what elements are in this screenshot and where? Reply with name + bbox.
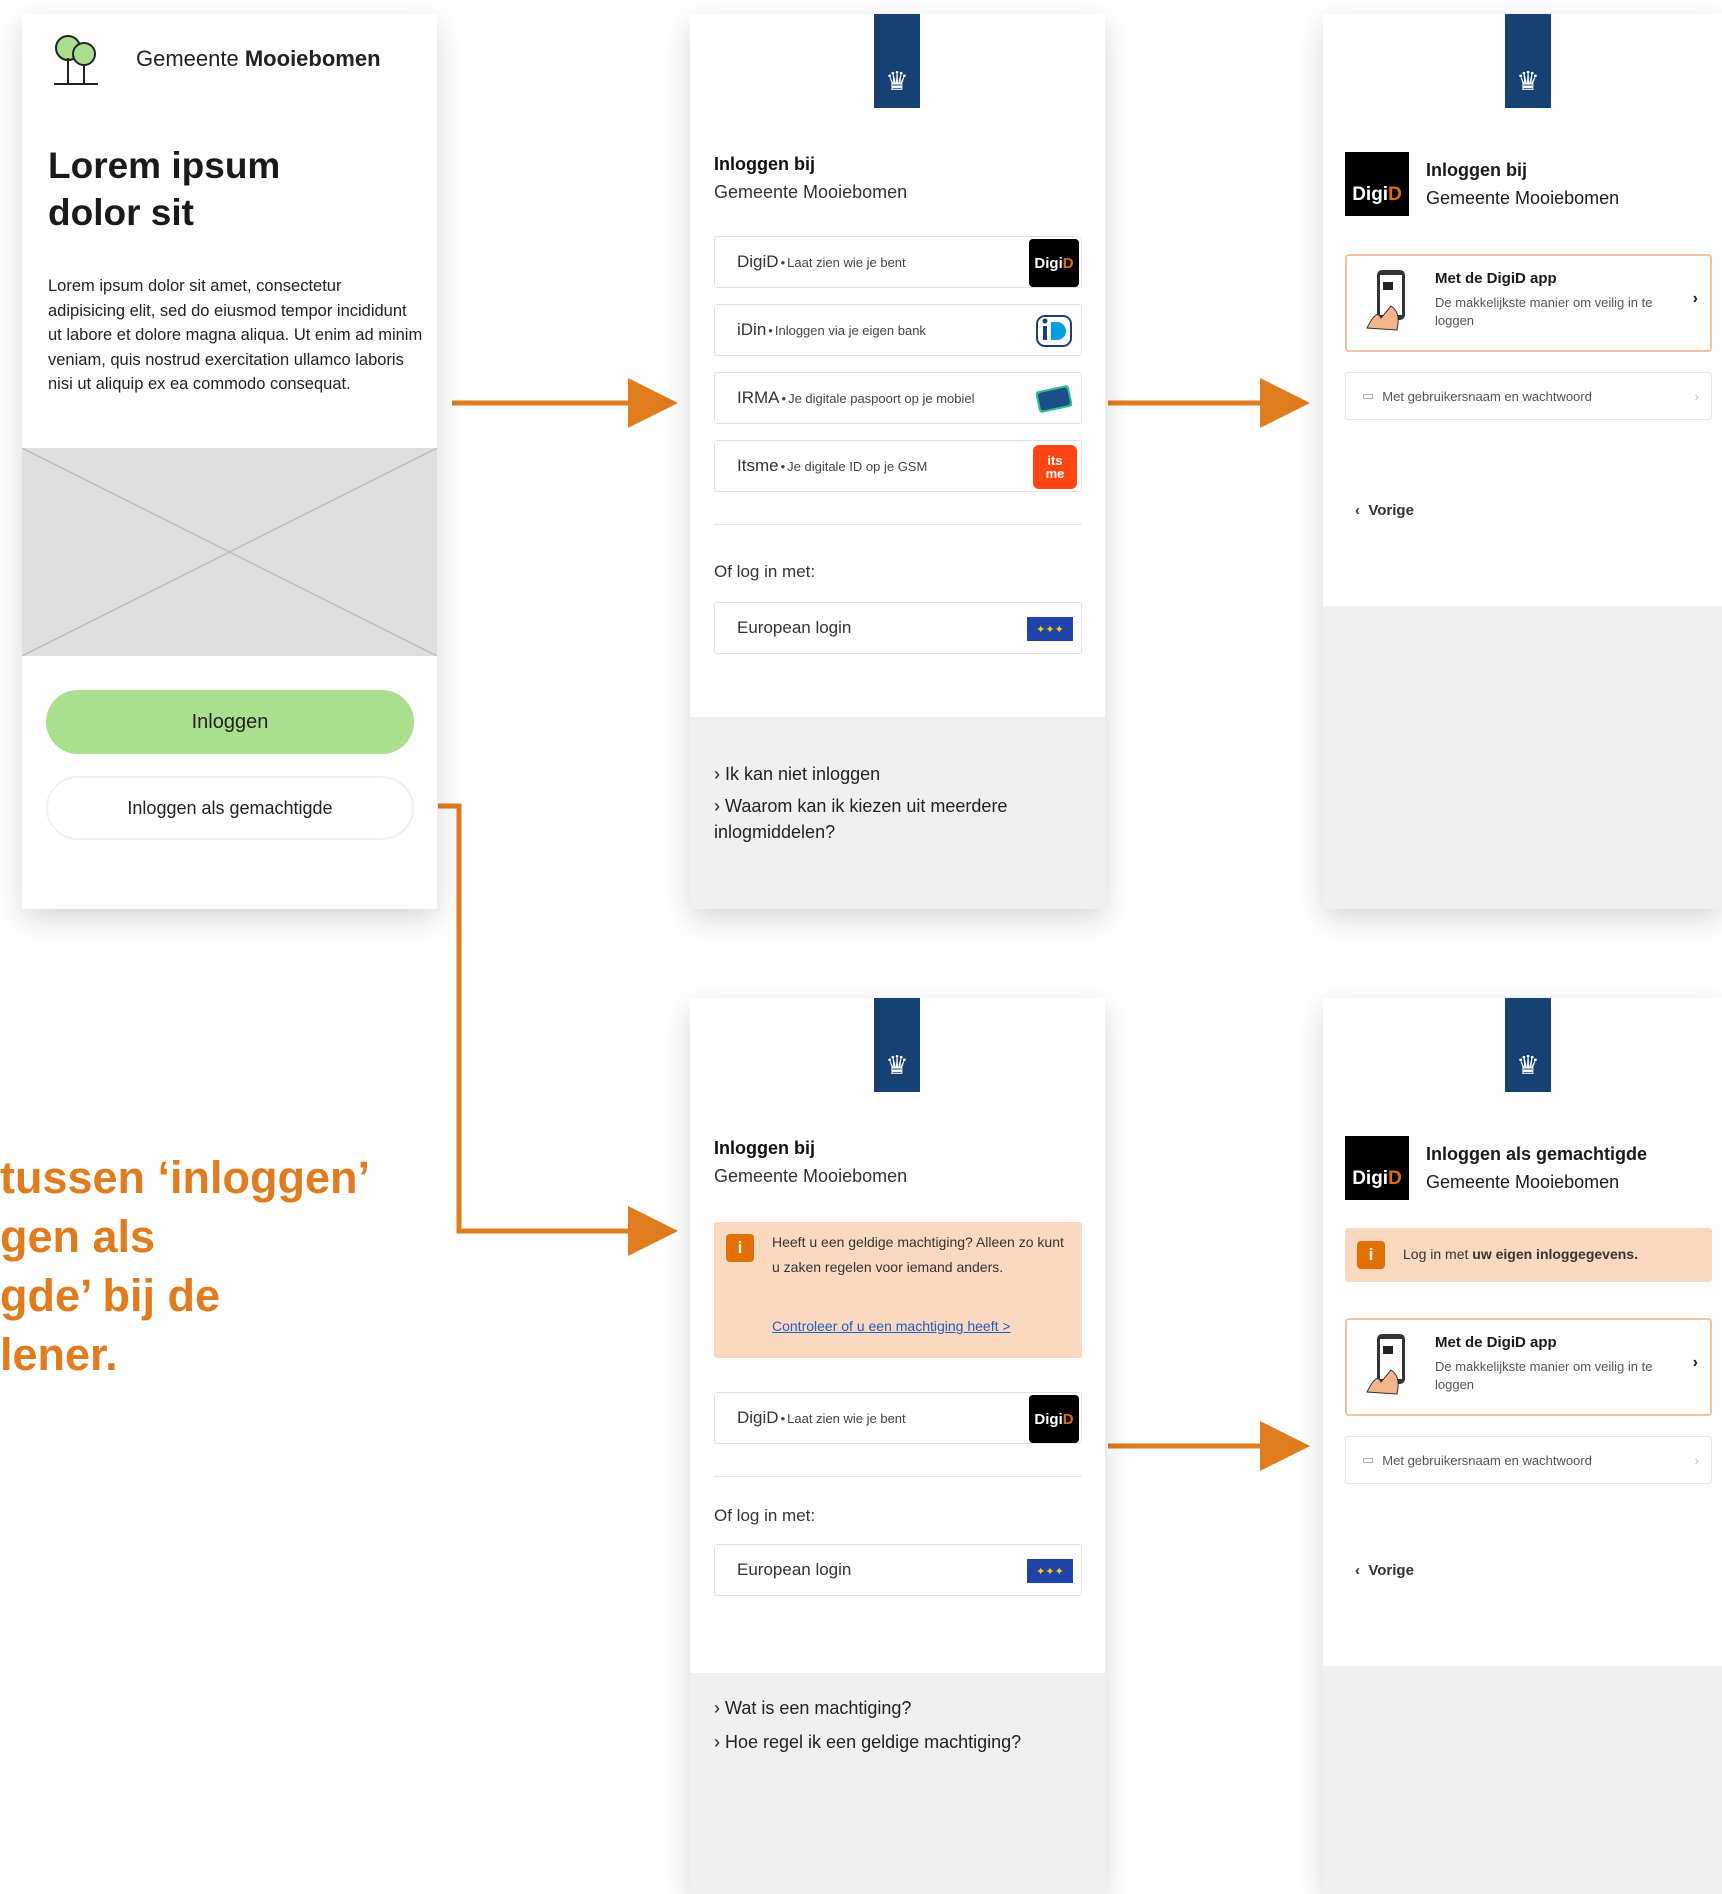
eu-flag-icon: ✦✦✦ <box>1027 1559 1073 1583</box>
login-heading: Inloggen bij Gemeente Mooiebomen <box>714 154 908 202</box>
login-heading: Inloggen bij Gemeente Mooiebomen <box>714 1138 908 1186</box>
arrow-to-machtiging <box>438 803 678 1256</box>
rijksoverheid-logo: ♛ <box>874 998 920 1092</box>
gemeente-screen: Gemeente Mooiebomen Lorem ipsum dolor si… <box>22 14 437 909</box>
login-options-screen: ♛ Inloggen bij Gemeente Mooiebomen DigiD… <box>690 14 1105 909</box>
or-login-label: Of log in met: <box>714 1506 816 1525</box>
digid-logo-icon: Digi D <box>1345 1136 1409 1200</box>
digid-logo-icon: Digi D <box>1345 152 1409 216</box>
divider <box>714 524 1082 525</box>
phone-hand-icon <box>1366 1334 1405 1395</box>
machtiging-notice: i Heeft u een geldige machtiging? Alleen… <box>714 1222 1082 1358</box>
digid-logo-icon: Digi D <box>1029 239 1079 287</box>
password-option[interactable]: ▭ Met gebruikersnaam en wachtwoord › <box>1345 372 1712 420</box>
option-irma[interactable]: IRMA • Je digitale paspoort op je mobiel <box>714 372 1082 424</box>
login-button[interactable]: Inloggen <box>46 690 414 754</box>
digid-screen: ♛ Digi D Inloggen bij Gemeente Mooiebomen… <box>1323 14 1722 909</box>
chevron-right-icon: › <box>1694 388 1699 404</box>
chevron-right-icon: › <box>1694 1452 1699 1468</box>
digid-app-option[interactable]: Met de DigiD app De makkelijkste manier … <box>1345 254 1712 352</box>
crown-icon: ♛ <box>1516 66 1540 96</box>
password-option[interactable]: ▭ Met gebruikersnaam en wachtwoord › <box>1345 1436 1712 1484</box>
login-gemachtigde-button[interactable]: Inloggen als gemachtigde <box>46 776 414 840</box>
digid-logo-icon: Digi D <box>1029 1395 1079 1443</box>
faq-item[interactable]: › Ik kan niet inloggen <box>714 761 1054 787</box>
faq-item[interactable]: › Wat is een machtiging? <box>714 1695 1054 1721</box>
chevron-right-icon: › <box>1692 290 1698 307</box>
crown-icon: ♛ <box>885 66 909 96</box>
rijksoverheid-logo: ♛ <box>1505 998 1551 1092</box>
digid-app-option[interactable]: Met de DigiD app De makkelijkste manier … <box>1345 1318 1712 1416</box>
keyboard-icon: ▭ <box>1362 1452 1375 1467</box>
back-link[interactable]: ‹ Vorige <box>1355 1562 1414 1579</box>
faq-item[interactable]: › Hoe regel ik een geldige machtiging? <box>714 1729 1054 1755</box>
option-itsme[interactable]: Itsme • Je digitale ID op je GSM its me <box>714 440 1082 492</box>
digid-heading: Inloggen als gemachtigde Gemeente Mooieb… <box>1426 1144 1648 1192</box>
idin-logo-icon <box>1029 307 1079 355</box>
digid-gemachtigde-screen: ♛ Digi D Inloggen als gemachtigde Gemeent… <box>1323 998 1722 1894</box>
footer-panel <box>1323 606 1722 909</box>
eu-flag-icon: ✦✦✦ <box>1027 617 1073 641</box>
page-body-text: Lorem ipsum dolor sit amet, consectetur … <box>48 277 423 393</box>
itsme-logo-icon: its me <box>1033 445 1077 489</box>
divider <box>714 1476 1082 1477</box>
keyboard-icon: ▭ <box>1362 388 1375 403</box>
image-placeholder <box>22 448 437 656</box>
irma-logo-icon <box>1029 375 1079 423</box>
machtiging-login-screen: ♛ Inloggen bij Gemeente Mooiebomen i Hee… <box>690 998 1105 1894</box>
faq-panel: › Wat is een machtiging? › Hoe regel ik … <box>690 1673 1105 1894</box>
digid-heading: Inloggen bij Gemeente Mooiebomen <box>1426 160 1620 208</box>
option-european-login[interactable]: European login ✦✦✦ <box>714 602 1082 654</box>
option-european-login[interactable]: European login ✦✦✦ <box>714 1544 1082 1596</box>
option-idin[interactable]: iDin • Inloggen via je eigen bank <box>714 304 1082 356</box>
annotation-text: tussen ‘inloggen’ gen als gde’ bij de le… <box>0 1152 371 1380</box>
rijksoverheid-logo: ♛ <box>874 14 920 108</box>
faq-panel: › Ik kan niet inloggen › Waarom kan ik k… <box>690 717 1105 909</box>
gemeente-brand[interactable]: Gemeente Mooiebomen <box>136 46 381 72</box>
chevron-right-icon: › <box>1692 1354 1698 1371</box>
tree-logo-icon <box>54 35 98 85</box>
page-title: Lorem ipsum dolor sit <box>48 145 281 233</box>
rijksoverheid-logo: ♛ <box>1505 14 1551 108</box>
or-login-label: Of log in met: <box>714 562 816 581</box>
option-digid[interactable]: DigiD • Laat zien wie je bent Digi D <box>714 1392 1082 1444</box>
faq-item[interactable]: › Waarom kan ik kiezen uit meerdere inlo… <box>714 793 1054 845</box>
option-digid[interactable]: DigiD • Laat zien wie je bent Digi D <box>714 236 1082 288</box>
gemeente-header: Gemeente Mooiebomen <box>46 30 381 88</box>
phone-hand-icon <box>1366 270 1405 331</box>
back-link[interactable]: ‹ Vorige <box>1355 502 1414 519</box>
info-icon: i <box>726 1234 754 1262</box>
own-credentials-notice: i Log in met uw eigen inloggegevens. <box>1345 1228 1712 1282</box>
check-machtiging-link[interactable]: Controleer of u een machtiging heeft > <box>772 1318 1011 1334</box>
crown-icon: ♛ <box>1516 1050 1540 1080</box>
footer-panel <box>1323 1666 1722 1894</box>
info-icon: i <box>1357 1241 1385 1269</box>
crown-icon: ♛ <box>885 1050 909 1080</box>
